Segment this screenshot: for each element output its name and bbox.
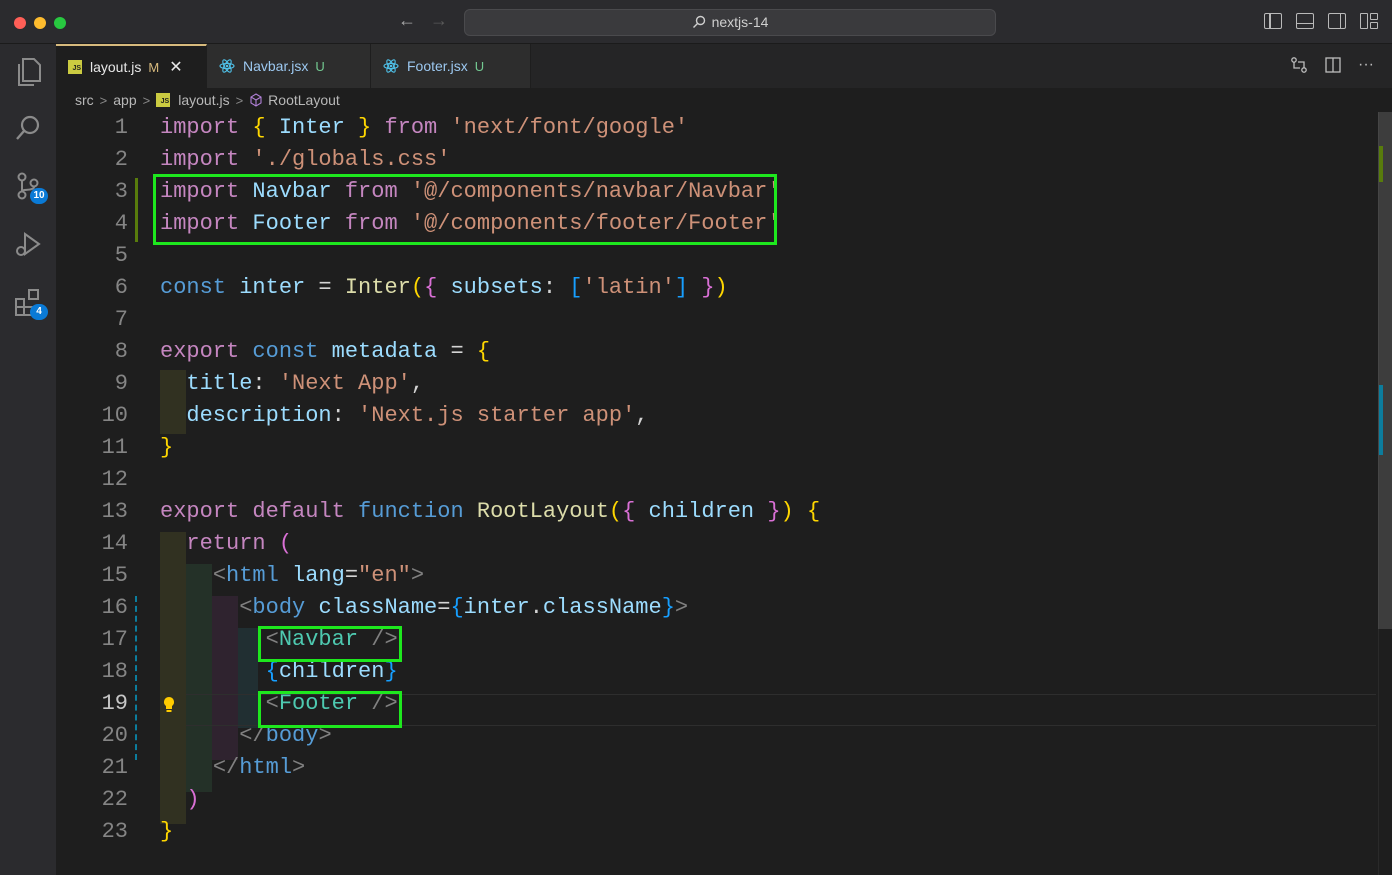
code-line: 17 <Navbar /> (56, 624, 1378, 656)
customize-layout-icon[interactable] (1360, 13, 1378, 29)
tab-status-untracked: U (315, 58, 325, 74)
code-line: 14 return ( (56, 528, 1378, 560)
extensions-badge: 4 (30, 304, 48, 320)
highlight-box-navbar (258, 626, 402, 662)
code-line: 21 </html> (56, 752, 1378, 784)
maximize-window-button[interactable] (54, 17, 66, 29)
breadcrumb-item-src[interactable]: src (75, 92, 94, 108)
code-line: 9 title: 'Next App', (56, 368, 1378, 400)
code-line: 12 (56, 464, 1378, 496)
search-icon[interactable] (10, 110, 46, 146)
search-icon (692, 12, 706, 37)
highlight-box-footer (258, 691, 402, 728)
toggle-primary-sidebar-icon[interactable] (1264, 13, 1282, 29)
code-line: 16 <body className={inter.className}> (56, 592, 1378, 624)
code-line: 2 import './globals.css' (56, 144, 1378, 176)
react-icon (219, 59, 235, 73)
tab-layout-js[interactable]: JS layout.js M ✕ (56, 44, 207, 88)
code-editor[interactable]: 1 import { Inter } from 'next/font/google… (56, 112, 1378, 875)
js-file-icon: JS (156, 93, 171, 107)
code-line: 15 <html lang="en"> (56, 560, 1378, 592)
line-number: 6 (114, 275, 128, 300)
line-number: 3 (114, 179, 128, 204)
breadcrumb: src > app > JS layout.js > RootLayout (56, 88, 1376, 112)
line-number: 12 (101, 467, 128, 492)
activity-bar: 10 4 (0, 44, 56, 875)
chevron-right-icon: > (99, 92, 108, 108)
close-icon[interactable]: ✕ (169, 57, 182, 77)
breadcrumb-item-symbol[interactable]: RootLayout (268, 92, 340, 108)
line-number: 11 (101, 435, 128, 460)
code-line: 8 export const metadata = { (56, 336, 1378, 368)
breadcrumb-item-app[interactable]: app (113, 92, 136, 108)
command-center-search[interactable]: nextjs-14 (464, 9, 996, 36)
code-line: 22 ) (56, 784, 1378, 816)
extensions-icon[interactable]: 4 (10, 284, 48, 320)
line-number: 7 (114, 307, 128, 332)
line-number: 16 (101, 595, 128, 620)
source-control-badge: 10 (30, 188, 48, 204)
tab-status-modified: M (148, 59, 160, 75)
tab-footer-jsx[interactable]: Footer.jsx U (371, 44, 531, 88)
command-center-label: nextjs-14 (711, 14, 769, 30)
line-number: 4 (114, 211, 128, 236)
line-number: 13 (101, 499, 128, 524)
tab-label: layout.js (90, 59, 142, 75)
scrollbar-thumb[interactable] (1378, 112, 1392, 629)
code-line: 1 import { Inter } from 'next/font/google… (56, 112, 1378, 144)
minimize-window-button[interactable] (34, 17, 46, 29)
line-number: 14 (101, 531, 128, 556)
code-line: 6 const inter = Inter({ subsets: ['latin'… (56, 272, 1378, 304)
chevron-right-icon: > (142, 92, 151, 108)
title-bar: ← → nextjs-14 (0, 0, 1392, 44)
compare-changes-icon[interactable] (1290, 56, 1308, 79)
breadcrumb-item-file[interactable]: layout.js (178, 92, 229, 108)
code-line: 19 <Footer /> (56, 688, 1378, 720)
tab-status-untracked: U (474, 58, 485, 74)
go-forward-icon[interactable]: → (430, 10, 448, 31)
split-editor-icon[interactable] (1324, 56, 1342, 79)
line-number: 21 (101, 755, 128, 780)
line-number: 22 (101, 787, 128, 812)
tab-navbar-jsx[interactable]: Navbar.jsx U (207, 44, 371, 88)
line-number: 19 (101, 691, 128, 716)
close-window-button[interactable] (14, 17, 26, 29)
tab-label: Footer.jsx (407, 58, 468, 74)
line-number: 9 (114, 371, 128, 396)
line-number: 20 (101, 723, 128, 748)
line-number: 2 (114, 147, 128, 172)
line-number: 10 (101, 403, 128, 428)
line-number: 18 (101, 659, 128, 684)
scrollbar-change-marker (1379, 385, 1383, 455)
tab-label: Navbar.jsx (243, 58, 309, 74)
chevron-right-icon: > (235, 92, 244, 108)
line-number: 17 (101, 627, 128, 652)
run-debug-icon[interactable] (10, 226, 46, 262)
more-actions-icon[interactable]: ··· (1358, 56, 1374, 79)
code-line: 10 description: 'Next.js starter app', (56, 400, 1378, 432)
line-number: 8 (114, 339, 128, 364)
toggle-panel-icon[interactable] (1296, 13, 1314, 29)
explorer-icon[interactable] (10, 54, 46, 90)
editor-tab-bar: JS layout.js M ✕ Navbar.jsx U Footer.jsx… (56, 44, 1392, 88)
line-number: 5 (114, 243, 128, 268)
scrollbar-change-marker (1379, 146, 1383, 182)
code-line: 23} (56, 816, 1378, 848)
code-line: 18 {children} (56, 656, 1378, 688)
code-line: 13 export default function RootLayout({ c… (56, 496, 1378, 528)
react-icon (383, 59, 399, 73)
toggle-secondary-sidebar-icon[interactable] (1328, 13, 1346, 29)
line-number: 1 (114, 115, 128, 140)
code-line: 11} (56, 432, 1378, 464)
go-back-icon[interactable]: ← (398, 10, 416, 31)
source-control-icon[interactable]: 10 (10, 168, 48, 204)
symbol-method-icon (250, 93, 262, 107)
code-line: 20 </body> (56, 720, 1378, 752)
js-file-icon: JS (68, 60, 82, 74)
code-line: 7 (56, 304, 1378, 336)
line-number: 15 (101, 563, 128, 588)
highlight-box-imports (153, 174, 777, 245)
line-number: 23 (101, 819, 128, 844)
